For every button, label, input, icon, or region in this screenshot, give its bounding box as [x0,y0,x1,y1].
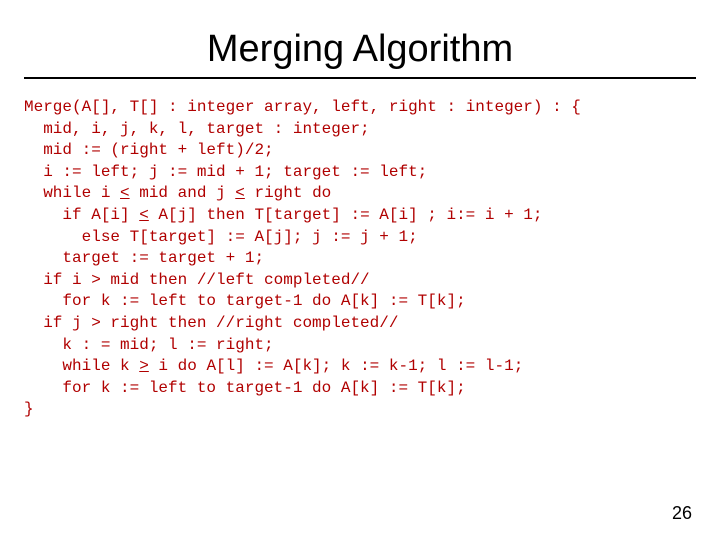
code-line-14: } [24,400,34,418]
code-line-7: target := target + 1; [24,249,264,267]
code-line-12b: i do A[l] := A[k]; k := k-1; l := l-1; [149,357,523,375]
code-line-1: mid, i, j, k, l, target : integer; [24,120,370,138]
code-line-9: for k := left to target-1 do A[k] := T[k… [24,292,466,310]
ge-op-1: > [139,357,149,375]
code-line-4a: while i [24,184,120,202]
le-op-2: < [235,184,245,202]
code-line-5b: A[j] then T[target] := A[i] ; i:= i + 1; [149,206,543,224]
code-line-4b: mid and j [130,184,236,202]
code-line-10: if j > right then //right completed// [24,314,398,332]
code-block: Merge(A[], T[] : integer array, left, ri… [24,97,696,421]
code-line-0: Merge(A[], T[] : integer array, left, ri… [24,98,581,116]
code-line-12a: while k [24,357,139,375]
slide: Merging Algorithm Merge(A[], T[] : integ… [0,0,720,540]
slide-title: Merging Algorithm [24,28,696,71]
title-rule [24,77,696,79]
page-number: 26 [672,503,692,524]
code-line-6: else T[target] := A[j]; j := j + 1; [24,228,418,246]
code-line-11: k : = mid; l := right; [24,336,274,354]
code-line-13: for k := left to target-1 do A[k] := T[k… [24,379,466,397]
code-line-5a: if A[i] [24,206,139,224]
code-line-3: i := left; j := mid + 1; target := left; [24,163,427,181]
code-line-4c: right do [245,184,331,202]
code-line-8: if i > mid then //left completed// [24,271,370,289]
code-line-2: mid := (right + left)/2; [24,141,274,159]
le-op-3: < [139,206,149,224]
le-op-1: < [120,184,130,202]
